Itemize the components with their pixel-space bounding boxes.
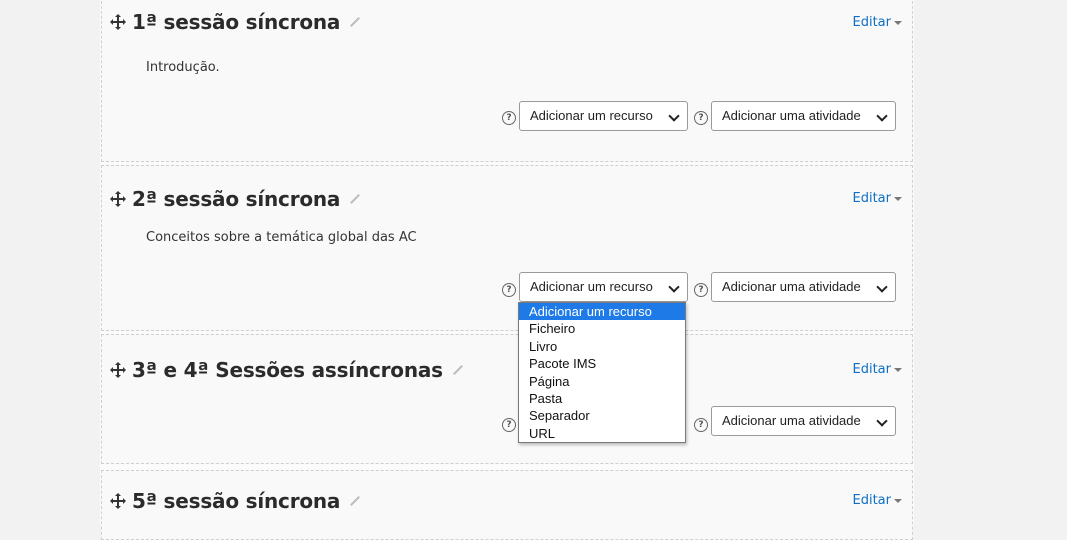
dropdown-option[interactable]: Adicionar um recurso bbox=[519, 303, 685, 321]
section-title[interactable]: 1ª sessão síncrona bbox=[132, 10, 340, 34]
course-section-3: 3ª e 4ª Sessões assíncronas Editar ? ? A… bbox=[101, 334, 913, 464]
select-value: Adicionar um recurso bbox=[530, 108, 653, 123]
edit-title-pencil-icon[interactable] bbox=[348, 16, 360, 28]
select-value: Adicionar uma atividade bbox=[722, 279, 861, 294]
add-activity-select[interactable]: Adicionar uma atividade bbox=[711, 272, 896, 302]
add-resource-dropdown-list[interactable]: Adicionar um recurso Ficheiro Livro Paco… bbox=[518, 302, 686, 444]
add-resource-select[interactable]: Adicionar um recurso bbox=[519, 101, 688, 131]
section-edit-menu[interactable]: Editar bbox=[852, 493, 902, 508]
edit-menu-label: Editar bbox=[852, 15, 892, 30]
course-section-2: 2ª sessão síncrona Editar Conceitos sobr… bbox=[101, 165, 913, 331]
move-icon[interactable] bbox=[110, 191, 126, 207]
add-activity-select[interactable]: Adicionar uma atividade bbox=[711, 101, 896, 131]
dropdown-option[interactable]: Página bbox=[519, 373, 685, 390]
edit-menu-label: Editar bbox=[852, 493, 892, 508]
section-summary: Conceitos sobre a temática global das AC bbox=[146, 230, 417, 245]
move-icon[interactable] bbox=[110, 14, 126, 30]
select-value: Adicionar um recurso bbox=[530, 279, 653, 294]
select-value: Adicionar uma atividade bbox=[722, 108, 861, 123]
help-icon[interactable]: ? bbox=[502, 418, 516, 432]
dropdown-option[interactable]: Ficheiro bbox=[519, 320, 685, 337]
section-header: 2ª sessão síncrona bbox=[110, 184, 360, 214]
dropdown-option[interactable]: Pacote IMS bbox=[519, 355, 685, 372]
help-icon[interactable]: ? bbox=[502, 111, 516, 125]
chevron-down-icon bbox=[668, 110, 680, 122]
help-icon[interactable]: ? bbox=[694, 283, 708, 297]
section-edit-menu[interactable]: Editar bbox=[852, 191, 902, 206]
edit-menu-label: Editar bbox=[852, 362, 892, 377]
chevron-down-icon bbox=[668, 281, 680, 293]
section-title[interactable]: 3ª e 4ª Sessões assíncronas bbox=[132, 358, 443, 382]
dropdown-option[interactable]: URL bbox=[519, 425, 685, 442]
course-section-1: 1ª sessão síncrona Editar Introdução. ? … bbox=[101, 0, 913, 162]
edit-title-pencil-icon[interactable] bbox=[348, 495, 360, 507]
caret-down-icon bbox=[894, 498, 902, 503]
chevron-down-icon bbox=[876, 281, 888, 293]
section-header: 3ª e 4ª Sessões assíncronas bbox=[110, 355, 463, 385]
caret-down-icon bbox=[894, 20, 902, 25]
dropdown-option[interactable]: Livro bbox=[519, 338, 685, 355]
section-header: 5ª sessão síncrona bbox=[110, 486, 360, 516]
section-title[interactable]: 2ª sessão síncrona bbox=[132, 187, 340, 211]
edit-title-pencil-icon[interactable] bbox=[348, 193, 360, 205]
dropdown-option[interactable]: Pasta bbox=[519, 390, 685, 407]
help-icon[interactable]: ? bbox=[694, 418, 708, 432]
edit-menu-label: Editar bbox=[852, 191, 892, 206]
dropdown-option[interactable]: Separador bbox=[519, 407, 685, 424]
help-icon[interactable]: ? bbox=[694, 111, 708, 125]
caret-down-icon bbox=[894, 367, 902, 372]
add-activity-select[interactable]: Adicionar uma atividade bbox=[711, 406, 896, 436]
section-edit-menu[interactable]: Editar bbox=[852, 15, 902, 30]
section-summary: Introdução. bbox=[146, 60, 220, 75]
chevron-down-icon bbox=[876, 415, 888, 427]
course-section-5: 5ª sessão síncrona Editar bbox=[101, 470, 913, 540]
move-icon[interactable] bbox=[110, 493, 126, 509]
add-resource-select[interactable]: Adicionar um recurso bbox=[519, 272, 688, 302]
move-icon[interactable] bbox=[110, 362, 126, 378]
chevron-down-icon bbox=[876, 110, 888, 122]
caret-down-icon bbox=[894, 196, 902, 201]
section-edit-menu[interactable]: Editar bbox=[852, 362, 902, 377]
select-value: Adicionar uma atividade bbox=[722, 413, 861, 428]
help-icon[interactable]: ? bbox=[502, 283, 516, 297]
section-title[interactable]: 5ª sessão síncrona bbox=[132, 489, 340, 513]
edit-title-pencil-icon[interactable] bbox=[451, 364, 463, 376]
section-header: 1ª sessão síncrona bbox=[110, 7, 360, 37]
